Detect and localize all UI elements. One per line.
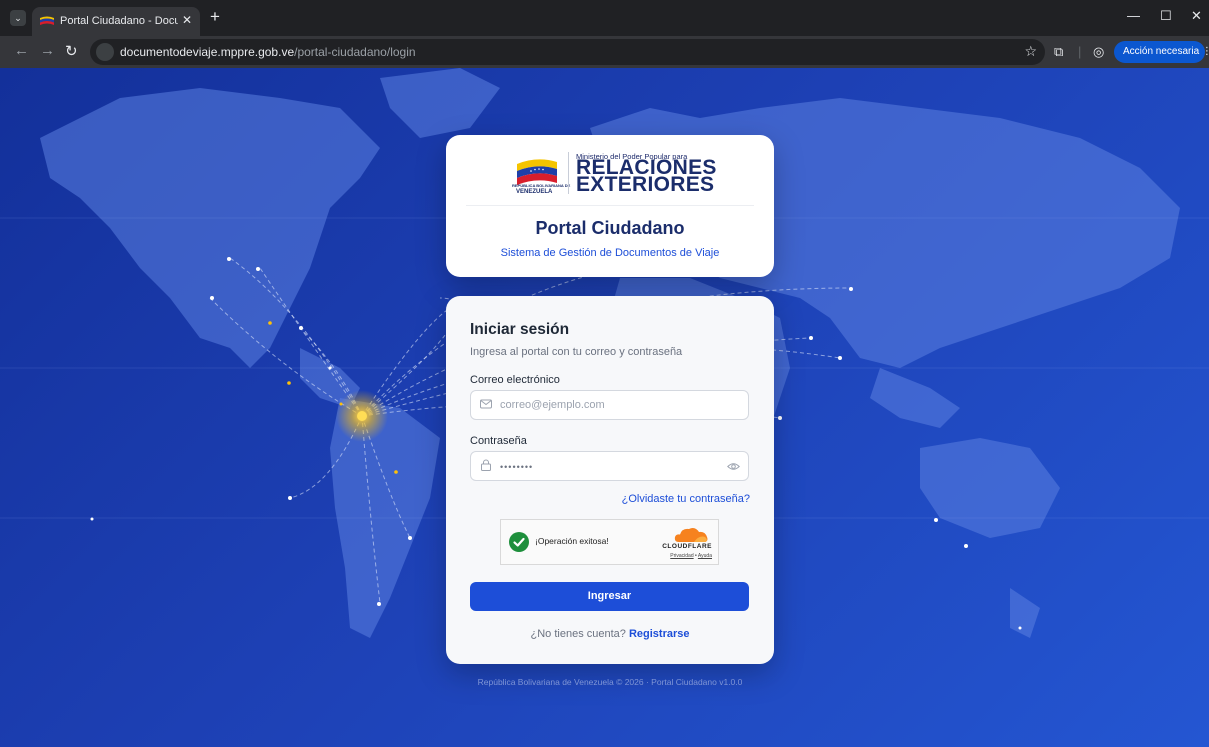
mail-icon (480, 399, 492, 409)
logo-line-2: EXTERIORES (576, 173, 715, 196)
privacy-link[interactable]: Privacidad (670, 553, 693, 559)
password-value: •••••••• (500, 462, 534, 472)
email-field[interactable]: correo@ejemplo.com (470, 390, 749, 420)
reload-icon[interactable]: ↻ (65, 42, 78, 60)
login-title: Iniciar sesión (470, 321, 570, 338)
logo-divider (568, 152, 569, 194)
site-info-icon[interactable] (96, 43, 114, 61)
password-label: Contraseña (470, 435, 527, 447)
forgot-password-link[interactable]: ¿Olvidaste tu contraseña? (622, 493, 750, 505)
tab-close-icon[interactable]: ✕ (182, 13, 192, 27)
login-submit-button[interactable]: Ingresar (470, 582, 749, 611)
cloudflare-captcha[interactable]: ¡Operación exitosa! CLOUDFLARE Privacida… (500, 519, 719, 565)
republica-text: REPÚBLICA BOLIVARIANA DE (512, 183, 571, 188)
cloudflare-logo-icon (674, 528, 708, 542)
email-label: Correo electrónico (470, 374, 560, 386)
profile-icon[interactable]: ◎ (1093, 44, 1104, 60)
captcha-links: Privacidad • Ayuda (670, 553, 712, 559)
minimize-icon[interactable]: — (1127, 8, 1140, 23)
cloudflare-brand: CLOUDFLARE (662, 543, 712, 550)
show-password-icon[interactable] (727, 460, 740, 473)
header-divider (466, 205, 754, 206)
page-footer: República Bolivariana de Venezuela © 202… (477, 677, 743, 687)
portal-title: Portal Ciudadano (535, 218, 685, 238)
back-icon[interactable]: ← (14, 42, 29, 59)
help-link[interactable]: Ayuda (698, 553, 712, 559)
ministry-logo-wordmark: RELACIONES EXTERIORES (576, 157, 717, 196)
browser-tab-strip: ⌄ Portal Ciudadano - Documento ✕ + — ☐ ✕ (0, 0, 1209, 36)
url-text: documentodeviaje.mppre.gob.ve/portal-ciu… (120, 45, 416, 59)
new-tab-icon[interactable]: + (210, 7, 220, 27)
email-placeholder: correo@ejemplo.com (500, 399, 605, 411)
toolbar-divider: | (1078, 44, 1082, 59)
extensions-icon[interactable]: ⧉ (1054, 44, 1063, 60)
login-subtitle: Ingresa al portal con tu correo y contra… (470, 346, 683, 358)
venezuela-flag-icon (40, 16, 54, 25)
portal-subtitle: Sistema de Gestión de Documentos de Viaj… (500, 247, 720, 259)
success-check-icon (509, 532, 529, 552)
page-viewport: REPÚBLICA BOLIVARIANA DE VENEZUELA Minis… (0, 68, 1209, 747)
tab-title: Portal Ciudadano - Documento (60, 15, 178, 27)
close-window-icon[interactable]: ✕ (1191, 8, 1202, 24)
login-card: Iniciar sesión Ingresa al portal con tu … (446, 296, 774, 664)
ministry-header-card: REPÚBLICA BOLIVARIANA DE VENEZUELA Minis… (446, 135, 774, 277)
lock-icon (481, 459, 491, 471)
password-field[interactable]: •••••••• (470, 451, 749, 481)
browser-toolbar: ← → ↻ documentodeviaje.mppre.gob.ve/port… (0, 36, 1209, 68)
forward-icon[interactable]: → (40, 42, 55, 59)
tab-search-icon[interactable]: ⌄ (10, 10, 26, 26)
captcha-status: ¡Operación exitosa! (535, 536, 609, 546)
maximize-icon[interactable]: ☐ (1160, 8, 1172, 24)
browser-tab[interactable]: Portal Ciudadano - Documento ✕ (32, 7, 200, 36)
address-bar[interactable]: documentodeviaje.mppre.gob.ve/portal-ciu… (90, 39, 1045, 65)
action-required-button[interactable]: Acción necesaria ⋮ (1114, 41, 1209, 63)
register-link[interactable]: Registrarse (629, 628, 690, 640)
bookmark-star-icon[interactable]: ☆ (1024, 43, 1037, 60)
register-prompt: ¿No tienes cuenta? Registrarse (530, 628, 690, 640)
venezuela-text: VENEZUELA (516, 189, 553, 195)
